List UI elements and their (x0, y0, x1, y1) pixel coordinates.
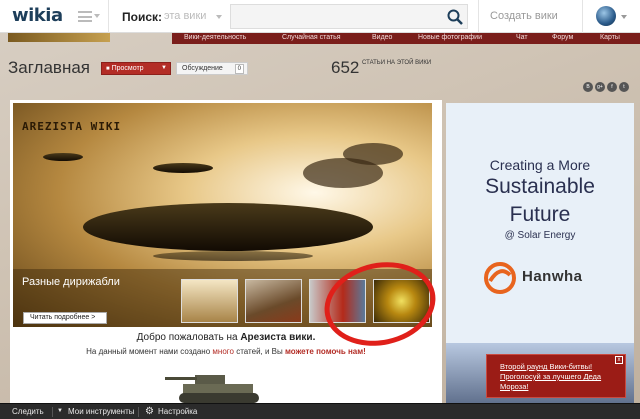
slide-thumbnail[interactable] (245, 279, 302, 323)
facebook-icon[interactable]: f (607, 82, 617, 92)
bottom-toolbar: Следить ▼ Мои инструменты ⚙ Настройка (0, 403, 640, 419)
vk-icon[interactable]: B (583, 82, 593, 92)
page-title: Заглавная (8, 58, 91, 77)
main-content: AREZISTA WIKI Разные дирижабли Читать по… (10, 100, 442, 419)
many-articles-link[interactable]: много (212, 347, 234, 356)
chevron-down-icon[interactable] (216, 15, 222, 19)
global-header: wikia Поиск: эта вики Создать вики (0, 0, 640, 33)
airship-image (83, 203, 373, 251)
lock-icon: ■ (106, 66, 110, 72)
divider (582, 0, 583, 33)
airship-image (153, 251, 313, 261)
chevron-down-icon[interactable]: ▼ (57, 408, 63, 414)
view-source-button[interactable]: ■ Просмотр ▼ (101, 62, 171, 75)
divider (478, 0, 479, 33)
divider (52, 407, 53, 417)
close-icon[interactable]: x (615, 356, 623, 364)
chevron-down-icon[interactable] (94, 14, 100, 18)
read-more-button[interactable]: Читать подробнее > (23, 312, 107, 324)
gear-icon[interactable]: ⚙ (145, 406, 154, 417)
view-button-label: Просмотр (111, 65, 144, 72)
slider-title: AREZISTA WIKI (22, 120, 122, 133)
ad-line-2: Sustainable (485, 175, 595, 198)
discussion-count-badge: 0 (234, 64, 244, 74)
welcome-prefix: Добро пожаловать на (136, 332, 241, 343)
ad-line-3: Future (509, 203, 571, 226)
subtext-middle: статей, и Вы (233, 347, 285, 356)
follow-button[interactable]: Следить (12, 407, 44, 416)
airship-image (153, 163, 213, 173)
ad-line-4: @ Solar Energy (504, 230, 576, 241)
my-tools-button[interactable]: Мои инструменты (68, 407, 135, 416)
divider (138, 407, 139, 417)
nav-item-forum[interactable]: Форум (552, 33, 573, 42)
google-plus-icon[interactable]: g+ (595, 82, 605, 92)
smoke-image (343, 143, 403, 165)
wikia-logo[interactable]: wikia (12, 5, 63, 26)
user-avatar[interactable] (596, 6, 616, 26)
nav-item-new-photos[interactable]: Новые фотографии (418, 33, 482, 42)
hanwha-logo-icon (484, 262, 516, 294)
twitter-icon[interactable]: t (619, 82, 629, 92)
welcome-subtext: На данный момент нами создано много стат… (10, 347, 442, 356)
airship-image (43, 153, 83, 161)
nav-item-chat[interactable]: Чат (516, 33, 528, 42)
chevron-down-icon[interactable]: ▼ (161, 63, 167, 74)
ad-brand: Hanwha (522, 268, 583, 285)
help-us-link[interactable]: можете помочь нам! (285, 347, 366, 356)
slide-thumbnail[interactable] (181, 279, 238, 323)
create-wiki-link[interactable]: Создать вики (490, 10, 558, 22)
search-input[interactable] (230, 4, 468, 29)
wiki-banner[interactable] (8, 33, 110, 42)
settings-button[interactable]: Настройка (158, 407, 197, 416)
menu-icon[interactable] (78, 11, 92, 22)
chevron-down-icon[interactable] (621, 15, 627, 19)
article-count: 652 (331, 58, 360, 77)
subtext-prefix: На данный момент нами создано (86, 347, 213, 356)
tank-image (165, 375, 259, 403)
nav-item-wiki-activity[interactable]: Вики-деятельность (184, 33, 246, 42)
nav-item-random[interactable]: Случайная статья (282, 33, 341, 42)
search-scope-select[interactable]: эта вики (164, 10, 206, 22)
nav-item-video[interactable]: Видео (372, 33, 392, 42)
divider (108, 0, 109, 33)
search-label: Поиск: (122, 10, 163, 24)
ad-line-1: Creating a More (489, 157, 591, 173)
wiki-name: Арезиста вики. (240, 332, 316, 343)
discussion-button-label: Обсуждение (182, 65, 223, 72)
notification-banner[interactable]: Второй раунд Вики-битвы! Проголосуй за л… (486, 354, 626, 398)
discussion-button[interactable]: Обсуждение 0 (176, 62, 248, 75)
slide-caption: Разные дирижабли (22, 276, 120, 288)
nav-item-maps[interactable]: Карты (600, 33, 620, 42)
article-count-label: СТАТЬИ НА ЭТОЙ ВИКИ (362, 60, 432, 66)
search-icon[interactable] (446, 8, 464, 26)
notification-text[interactable]: Второй раунд Вики-битвы! Проголосуй за л… (500, 362, 601, 391)
wiki-navigation: Вики-деятельность Случайная статья Видео… (172, 33, 640, 44)
